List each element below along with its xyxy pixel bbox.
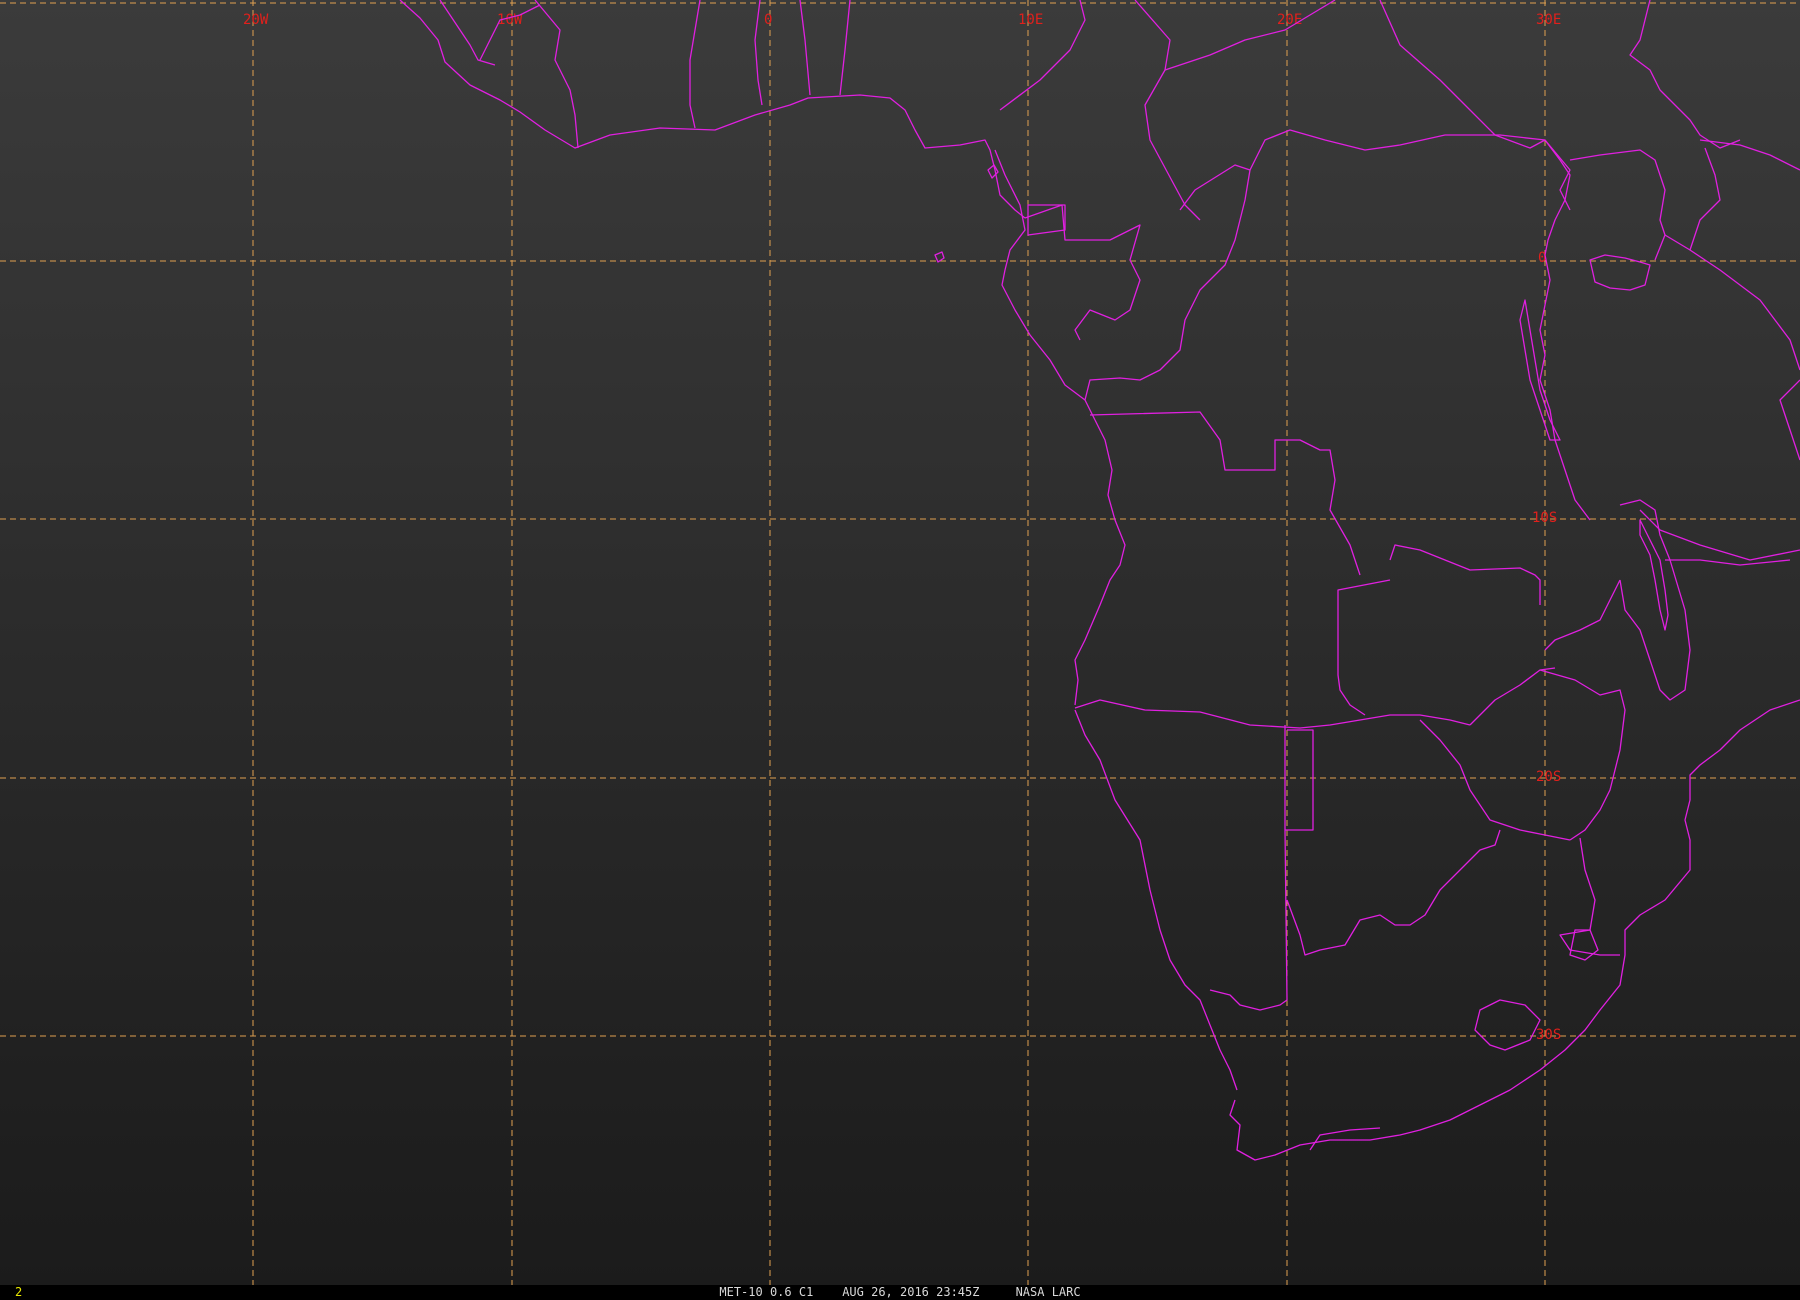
satellite-image-viewport: 20W 10W 0 10E 20E 30E 0 10S 20S 30S — [0, 0, 1800, 1300]
status-bar: 2 MET-10 0.6 C1 AUG 26, 2016 23:45Z NASA… — [0, 1285, 1800, 1300]
lon-label-20w: 20W — [243, 12, 269, 28]
lon-label-0: 0 — [764, 12, 772, 28]
lon-label-30e: 30E — [1536, 12, 1561, 28]
lon-label-10e: 10E — [1018, 12, 1043, 28]
image-caption: MET-10 0.6 C1 AUG 26, 2016 23:45Z NASA L… — [719, 1285, 1081, 1299]
satellite-background — [0, 0, 1800, 1285]
lat-label-30s: 30S — [1536, 1027, 1561, 1043]
lat-label-20s: 20S — [1536, 769, 1561, 785]
lon-label-20e: 20E — [1277, 12, 1302, 28]
map-canvas: 20W 10W 0 10E 20E 30E 0 10S 20S 30S — [0, 0, 1800, 1285]
lat-label-10s: 10S — [1532, 510, 1557, 526]
